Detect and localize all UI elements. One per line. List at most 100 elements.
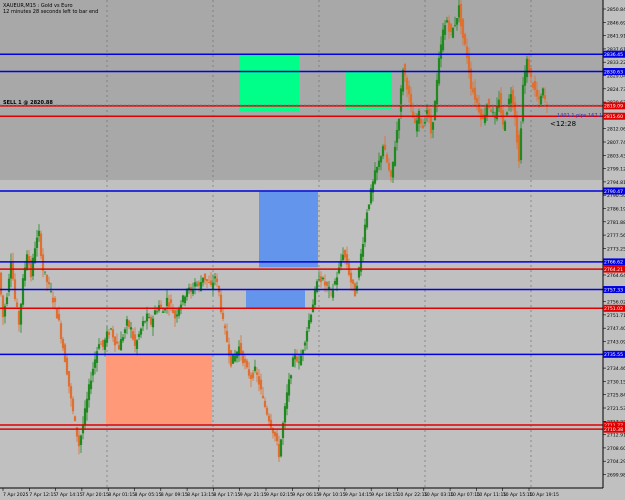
candle-body bbox=[517, 134, 521, 162]
candle-body bbox=[387, 162, 391, 171]
price-tick-label: 2756.02 bbox=[607, 300, 625, 306]
zone-box-blue[interactable] bbox=[259, 191, 318, 268]
candle-body bbox=[341, 254, 345, 261]
candle-body bbox=[293, 354, 297, 360]
candle-body bbox=[49, 290, 53, 292]
time-tick-label: 9 Apr 21:15 bbox=[240, 492, 267, 498]
candle-body bbox=[373, 170, 377, 184]
candle-body bbox=[389, 170, 393, 177]
price-chart[interactable]: SELL 1 @ 2820.88 1402.1 pips 167.1 12.28… bbox=[0, 0, 625, 500]
candle-body bbox=[193, 282, 197, 287]
price-line-label: 2830.63 bbox=[604, 69, 623, 75]
candle-body bbox=[201, 277, 205, 283]
candle-body bbox=[379, 156, 383, 163]
candle-body bbox=[153, 310, 157, 315]
candle-body bbox=[85, 398, 89, 413]
candle-body bbox=[367, 204, 371, 210]
trading-chart-window[interactable]: SELL 1 @ 2820.88 1402.1 pips 167.1 12.28… bbox=[0, 0, 625, 500]
candle-body bbox=[61, 339, 65, 349]
time-axis[interactable]: 7 Apr 2025 7 Apr 12:15 7 Apr 14:15 7 Apr 20… bbox=[2, 488, 559, 498]
candle-body bbox=[429, 116, 433, 134]
candle-body bbox=[457, 5, 461, 18]
candle-body bbox=[249, 374, 253, 380]
price-tick-label: 2730.15 bbox=[607, 379, 625, 385]
candle-body bbox=[1, 295, 5, 318]
candle-body bbox=[501, 110, 505, 125]
candle-body bbox=[135, 340, 139, 350]
candle-body bbox=[435, 79, 439, 107]
price-tick-label: 2850.84 bbox=[607, 7, 625, 13]
candle-body bbox=[131, 331, 135, 340]
candle-body bbox=[263, 400, 267, 408]
candle-body bbox=[147, 317, 151, 318]
candle-body bbox=[113, 336, 117, 346]
candle-body bbox=[57, 313, 61, 321]
candle-body bbox=[241, 351, 245, 364]
candle-body bbox=[313, 289, 317, 305]
candle-body bbox=[309, 314, 313, 323]
candle-body bbox=[495, 106, 499, 120]
candle-body bbox=[205, 279, 209, 282]
candle-body bbox=[195, 284, 199, 286]
candle-body bbox=[491, 111, 495, 113]
price-line-label: 2735.55 bbox=[604, 352, 623, 358]
time-tick-label: 7 Apr 20:15 bbox=[82, 492, 109, 498]
price-tick-label: 2812.06 bbox=[607, 127, 625, 133]
candle-body bbox=[493, 117, 497, 118]
candle-body bbox=[79, 435, 83, 445]
candle-body bbox=[245, 360, 249, 368]
candle-body bbox=[141, 321, 145, 327]
candle-body bbox=[459, 3, 463, 27]
candle-body bbox=[397, 118, 401, 131]
zone-box-green[interactable] bbox=[346, 71, 392, 110]
candle-body bbox=[207, 282, 211, 284]
candle-body bbox=[105, 331, 109, 343]
candle-body bbox=[449, 23, 453, 33]
candle-body bbox=[365, 212, 369, 228]
candle-body bbox=[433, 100, 437, 121]
candle-body bbox=[39, 233, 43, 257]
candle-body bbox=[239, 343, 243, 355]
candle-body bbox=[181, 295, 185, 303]
candle-body bbox=[471, 88, 475, 93]
candle-body bbox=[231, 354, 235, 364]
candle-body bbox=[385, 154, 389, 163]
candle-body bbox=[451, 27, 455, 38]
candle-body bbox=[519, 128, 523, 161]
candle-body bbox=[305, 330, 309, 342]
candle-body bbox=[93, 359, 97, 368]
candle-body bbox=[489, 109, 493, 112]
time-tick-label: 7 Apr 2025 bbox=[3, 492, 29, 498]
candle-body bbox=[409, 94, 413, 106]
candle-body bbox=[225, 330, 229, 343]
candle-body bbox=[251, 372, 255, 379]
candle-body bbox=[33, 248, 37, 263]
candle-body bbox=[315, 281, 319, 293]
candle-body bbox=[467, 54, 471, 73]
candle-body bbox=[283, 406, 287, 423]
candle-body bbox=[265, 407, 269, 415]
candle-body bbox=[417, 110, 421, 124]
zone-box-green[interactable] bbox=[239, 54, 299, 112]
candle-body bbox=[169, 299, 173, 304]
candle-body bbox=[133, 334, 137, 346]
candle-body bbox=[137, 334, 141, 337]
candle-body bbox=[31, 257, 35, 277]
price-tick-label: 2803.43 bbox=[607, 153, 625, 159]
candle-body bbox=[441, 29, 445, 51]
candle-body bbox=[203, 273, 207, 281]
candle-body bbox=[99, 343, 103, 345]
candle-body bbox=[83, 408, 87, 425]
candle-body bbox=[325, 281, 329, 286]
candle-body bbox=[77, 435, 81, 447]
candle-body bbox=[349, 272, 353, 283]
candle-body bbox=[419, 118, 423, 124]
price-tick-label: 2734.46 bbox=[607, 366, 625, 372]
candle-body bbox=[515, 115, 519, 143]
zone-box-salmon[interactable] bbox=[106, 354, 212, 424]
candle-body bbox=[89, 380, 93, 390]
candle-body bbox=[447, 20, 451, 32]
zone-box-blue[interactable] bbox=[246, 290, 305, 309]
candle-body bbox=[475, 98, 479, 103]
candle-body bbox=[209, 280, 213, 285]
